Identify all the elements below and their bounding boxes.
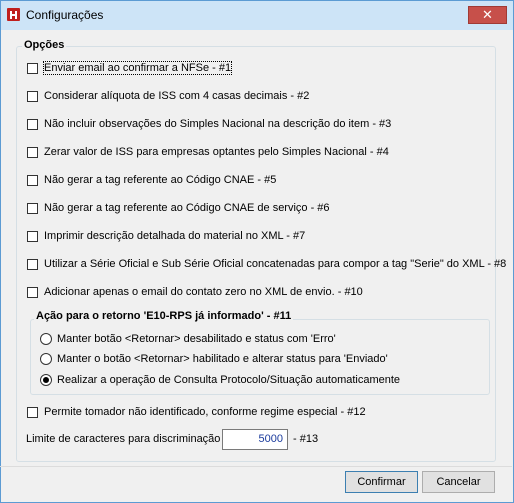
option-email-contact-zero[interactable]: Adicionar apenas o email do contato zero… bbox=[27, 284, 363, 300]
option-no-cnae-service-tag[interactable]: Não gerar a tag referente ao Código CNAE… bbox=[27, 200, 330, 216]
option-label: Adicionar apenas o email do contato zero… bbox=[44, 286, 363, 298]
limit-suffix: - #13 bbox=[293, 433, 319, 445]
checkbox[interactable] bbox=[27, 406, 38, 418]
title-bar: Configurações ✕ bbox=[1, 1, 513, 30]
checkbox[interactable] bbox=[27, 258, 38, 270]
limit-label: Limite de caracteres para discriminação bbox=[26, 433, 221, 445]
radio-auto-consult[interactable]: Realizar a operação de Consulta Protocol… bbox=[40, 372, 400, 388]
option-label: Não gerar a tag referente ao Código CNAE… bbox=[44, 174, 277, 186]
radio-button-selected[interactable] bbox=[40, 374, 52, 386]
option-no-simples-obs[interactable]: Não incluir observações do Simples Nacio… bbox=[27, 116, 391, 132]
checkbox[interactable] bbox=[27, 90, 38, 102]
option-tomador-nao-identificado[interactable]: Permite tomador não identificado, confor… bbox=[27, 404, 366, 420]
radio-button[interactable] bbox=[40, 333, 52, 345]
radio-label: Manter botão <Retornar> desabilitado e s… bbox=[57, 333, 336, 345]
option-label: Não gerar a tag referente ao Código CNAE… bbox=[44, 202, 330, 214]
close-icon: ✕ bbox=[482, 7, 493, 22]
radio-label: Realizar a operação de Consulta Protocol… bbox=[57, 374, 401, 386]
confirm-label: Confirmar bbox=[357, 476, 406, 488]
option-label: Imprimir descrição detalhada do material… bbox=[44, 230, 306, 242]
radio-button[interactable] bbox=[40, 353, 52, 365]
footer-separator bbox=[0, 466, 512, 467]
option-iss-4-decimals[interactable]: Considerar alíquota de ISS com 4 casas d… bbox=[27, 88, 309, 104]
option-send-email[interactable]: Enviar email ao confirmar a NFSe - #1 bbox=[27, 60, 233, 76]
option-zero-iss-simples[interactable]: Zerar valor de ISS para empresas optante… bbox=[27, 144, 389, 160]
options-group-title: Opções bbox=[22, 39, 67, 51]
option-label: Não incluir observações do Simples Nacio… bbox=[44, 118, 392, 130]
option-detailed-material[interactable]: Imprimir descrição detalhada do material… bbox=[27, 228, 305, 244]
cancel-label: Cancelar bbox=[436, 476, 481, 488]
checkbox[interactable] bbox=[27, 174, 38, 186]
close-button[interactable]: ✕ bbox=[468, 6, 507, 24]
option-no-cnae-tag[interactable]: Não gerar a tag referente ao Código CNAE… bbox=[27, 172, 276, 188]
return-action-title: Ação para o retorno 'E10-RPS já informad… bbox=[34, 310, 294, 322]
window-title: Configurações bbox=[26, 8, 104, 22]
radio-keep-enabled[interactable]: Manter o botão <Retornar> habilitado e a… bbox=[40, 351, 388, 367]
checkbox[interactable] bbox=[27, 230, 38, 242]
limit-input[interactable]: 5000 bbox=[222, 429, 288, 450]
checkbox[interactable] bbox=[27, 286, 38, 298]
radio-label: Manter o botão <Retornar> habilitado e a… bbox=[57, 353, 388, 365]
option-serie-oficial[interactable]: Utilizar a Série Oficial e Sub Série Ofi… bbox=[27, 256, 506, 272]
option-label: Enviar email ao confirmar a NFSe - #1 bbox=[42, 61, 233, 75]
checkbox[interactable] bbox=[27, 146, 38, 158]
cancel-button[interactable]: Cancelar bbox=[422, 471, 495, 493]
app-logo-icon bbox=[7, 8, 20, 21]
checkbox[interactable] bbox=[27, 62, 38, 74]
option-label: Utilizar a Série Oficial e Sub Série Ofi… bbox=[44, 258, 507, 270]
radio-keep-disabled[interactable]: Manter botão <Retornar> desabilitado e s… bbox=[40, 331, 336, 347]
option-label: Permite tomador não identificado, confor… bbox=[44, 406, 366, 418]
checkbox[interactable] bbox=[27, 202, 38, 214]
options-groupbox bbox=[16, 46, 496, 462]
checkbox[interactable] bbox=[27, 118, 38, 130]
option-label: Considerar alíquota de ISS com 4 casas d… bbox=[44, 90, 310, 102]
confirm-button[interactable]: Confirmar bbox=[345, 471, 418, 493]
option-label: Zerar valor de ISS para empresas optante… bbox=[44, 146, 389, 158]
